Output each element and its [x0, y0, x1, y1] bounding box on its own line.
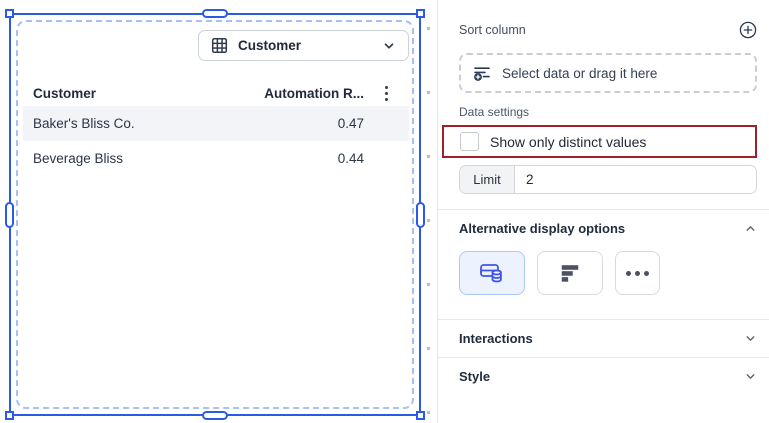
- display-option-table-button[interactable]: [459, 251, 525, 295]
- table-row[interactable]: Baker's Bliss Co. 0.47: [23, 106, 409, 141]
- column-menu-icon[interactable]: [364, 86, 409, 101]
- interactions-section-header[interactable]: Interactions: [459, 320, 757, 357]
- table-grid-icon: [211, 37, 228, 54]
- resize-handle-bottom[interactable]: [202, 411, 228, 420]
- style-section-header[interactable]: Style: [459, 358, 757, 395]
- chevron-up-icon: [744, 222, 757, 235]
- cell-value: 0.44: [264, 151, 364, 166]
- canvas-grid-dots: [427, 27, 430, 417]
- select-data-drop-zone[interactable]: Select data or drag it here: [459, 53, 757, 93]
- column-selector-label: Customer: [238, 38, 372, 53]
- table-and-database-icon: [479, 262, 505, 284]
- header-automation-rate: Automation R...: [264, 86, 364, 101]
- distinct-values-checkbox[interactable]: [460, 132, 479, 151]
- limit-field: Limit: [459, 165, 757, 194]
- resize-handle-top-left[interactable]: [5, 9, 14, 18]
- table-header-row: Customer Automation R...: [23, 80, 409, 106]
- resize-handle-bottom-right[interactable]: [416, 411, 425, 420]
- horizontal-bars-icon: [559, 262, 581, 284]
- display-option-more-button[interactable]: [615, 251, 660, 295]
- limit-input[interactable]: [515, 166, 756, 193]
- sort-column-label: Sort column: [459, 23, 526, 37]
- data-settings-section: Data settings: [459, 103, 757, 121]
- alt-display-section-header[interactable]: Alternative display options: [459, 210, 757, 247]
- style-label: Style: [459, 369, 490, 384]
- select-data-label: Select data or drag it here: [502, 66, 657, 81]
- table-widget: Customer Customer Automation R... Baker'…: [16, 20, 414, 409]
- resize-handle-top-right[interactable]: [416, 9, 425, 18]
- plus-circle-icon[interactable]: [739, 21, 757, 39]
- chevron-down-icon: [744, 370, 757, 383]
- resize-handle-right[interactable]: [416, 202, 425, 228]
- selected-widget[interactable]: Customer Customer Automation R... Baker'…: [9, 13, 421, 416]
- add-to-list-icon: [473, 65, 491, 82]
- data-table: Customer Automation R... Baker's Bliss C…: [23, 80, 409, 176]
- more-options-icon: [626, 271, 649, 276]
- sort-column-section: Sort column: [459, 21, 757, 39]
- header-customer: Customer: [23, 86, 264, 101]
- display-option-bars-button[interactable]: [537, 251, 603, 295]
- properties-panel: Sort column Select data or drag it here …: [437, 0, 769, 423]
- dashboard-canvas: Customer Customer Automation R... Baker'…: [0, 0, 437, 423]
- interactions-label: Interactions: [459, 331, 533, 346]
- data-settings-label: Data settings: [459, 105, 529, 119]
- table-row[interactable]: Beverage Bliss 0.44: [23, 141, 409, 176]
- column-selector-dropdown[interactable]: Customer: [198, 30, 409, 61]
- chevron-down-icon: [382, 39, 396, 53]
- chevron-down-icon: [744, 332, 757, 345]
- limit-tag: Limit: [460, 166, 515, 193]
- alt-display-label: Alternative display options: [459, 221, 625, 236]
- resize-handle-bottom-left[interactable]: [5, 411, 14, 420]
- distinct-values-label: Show only distinct values: [490, 134, 646, 150]
- annotation-highlight-box: Show only distinct values: [442, 125, 757, 158]
- resize-handle-top[interactable]: [202, 9, 228, 18]
- cell-customer: Beverage Bliss: [23, 151, 264, 166]
- cell-customer: Baker's Bliss Co.: [23, 116, 264, 131]
- cell-value: 0.47: [264, 116, 364, 131]
- resize-handle-left[interactable]: [5, 202, 14, 228]
- display-option-buttons: [459, 251, 757, 295]
